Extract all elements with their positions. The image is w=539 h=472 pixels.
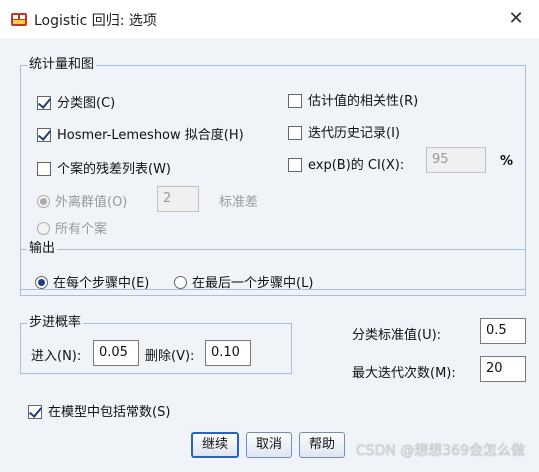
ci-percent-unit: % bbox=[500, 154, 514, 169]
statistics-plots-legend: 统计量和图 bbox=[29, 57, 95, 72]
correlations-checkbox[interactable]: 估计值的相关性(R) bbox=[288, 90, 418, 109]
radio-circle[interactable] bbox=[37, 222, 50, 235]
max-iterations-value[interactable]: 20 bbox=[480, 356, 526, 382]
cancel-button[interactable]: 取消 bbox=[246, 432, 292, 458]
last-step-radio[interactable]: 在最后一个步骤中(L) bbox=[174, 272, 313, 291]
ci-exp-b-checkbox[interactable]: exp(B)的 CI(X): bbox=[288, 154, 404, 173]
title-bar: Logistic 回归: 选项 ✕ bbox=[0, 0, 539, 38]
spss-app-icon bbox=[11, 13, 27, 26]
radio-circle[interactable] bbox=[37, 195, 50, 208]
casewise-list-checkbox[interactable]: 个案的残差列表(W) bbox=[37, 158, 171, 177]
checkbox-box[interactable] bbox=[37, 95, 51, 110]
display-legend: 输出 bbox=[29, 241, 56, 256]
ci-value-field[interactable]: 95 bbox=[426, 147, 486, 173]
entry-value[interactable]: 0.05 bbox=[93, 340, 139, 366]
hosmer-lemeshow-label: Hosmer-Lemeshow 拟合度(H) bbox=[57, 128, 244, 143]
classification-plot-checkbox[interactable]: 分类图(C) bbox=[37, 92, 115, 111]
each-step-label: 在每个步骤中(E) bbox=[53, 276, 150, 291]
outliers-value[interactable]: 2 bbox=[157, 186, 199, 212]
removal-field[interactable]: 0.10 bbox=[205, 340, 251, 366]
entry-label: 进入(N): bbox=[31, 349, 82, 364]
close-icon[interactable]: ✕ bbox=[503, 6, 529, 32]
include-constant-checkbox[interactable]: 在模型中包括常数(S) bbox=[28, 401, 170, 420]
ci-value[interactable]: 95 bbox=[426, 147, 486, 173]
window-title: Logistic 回归: 选项 bbox=[34, 13, 157, 29]
each-step-radio[interactable]: 在每个步骤中(E) bbox=[35, 272, 149, 291]
checkbox-box[interactable] bbox=[37, 127, 51, 142]
classification-cutoff-label: 分类标准值(U): bbox=[352, 328, 442, 343]
ci-exp-b-label: exp(B)的 CI(X): bbox=[308, 158, 405, 173]
include-constant-label: 在模型中包括常数(S) bbox=[48, 405, 171, 420]
help-button[interactable]: 帮助 bbox=[299, 432, 345, 458]
casewise-list-label: 个案的残差列表(W) bbox=[57, 162, 171, 177]
outliers-unit: 标准差 bbox=[219, 195, 259, 210]
removal-value[interactable]: 0.10 bbox=[205, 340, 251, 366]
all-cases-radio[interactable]: 所有个案 bbox=[37, 218, 107, 237]
checkbox-box[interactable] bbox=[288, 93, 302, 108]
stepwise-probability-legend: 步进概率 bbox=[29, 315, 82, 330]
outliers-value-field[interactable]: 2 bbox=[157, 186, 199, 212]
correlations-label: 估计值的相关性(R) bbox=[308, 94, 419, 109]
checkbox-box[interactable] bbox=[28, 404, 42, 419]
max-iterations-label: 最大迭代次数(M): bbox=[352, 366, 456, 381]
outliers-radio[interactable]: 外离群值(O) bbox=[37, 191, 127, 210]
continue-button[interactable]: 继续 bbox=[191, 432, 239, 458]
iteration-history-checkbox[interactable]: 迭代历史记录(I) bbox=[288, 122, 400, 141]
radio-circle[interactable] bbox=[35, 276, 48, 289]
all-cases-label: 所有个案 bbox=[55, 222, 108, 237]
last-step-label: 在最后一个步骤中(L) bbox=[192, 276, 314, 291]
classification-cutoff-field[interactable]: 0.5 bbox=[480, 318, 526, 344]
classification-plot-label: 分类图(C) bbox=[57, 96, 116, 111]
removal-label: 删除(V): bbox=[145, 349, 195, 364]
entry-field[interactable]: 0.05 bbox=[93, 340, 139, 366]
checkbox-box[interactable] bbox=[288, 125, 302, 140]
max-iterations-field[interactable]: 20 bbox=[480, 356, 526, 382]
iteration-history-label: 迭代历史记录(I) bbox=[308, 126, 400, 141]
hosmer-lemeshow-checkbox[interactable]: Hosmer-Lemeshow 拟合度(H) bbox=[37, 124, 244, 143]
classification-cutoff-value[interactable]: 0.5 bbox=[480, 318, 526, 344]
checkbox-box[interactable] bbox=[288, 157, 302, 172]
radio-circle[interactable] bbox=[174, 276, 187, 289]
checkbox-box[interactable] bbox=[37, 161, 51, 176]
watermark: CSDN @想想369会怎么做 bbox=[355, 443, 525, 459]
outliers-label: 外离群值(O) bbox=[55, 195, 128, 210]
dialog-body: 统计量和图 分类图(C) Hosmer-Lemeshow 拟合度(H) 个案的残… bbox=[0, 38, 539, 472]
